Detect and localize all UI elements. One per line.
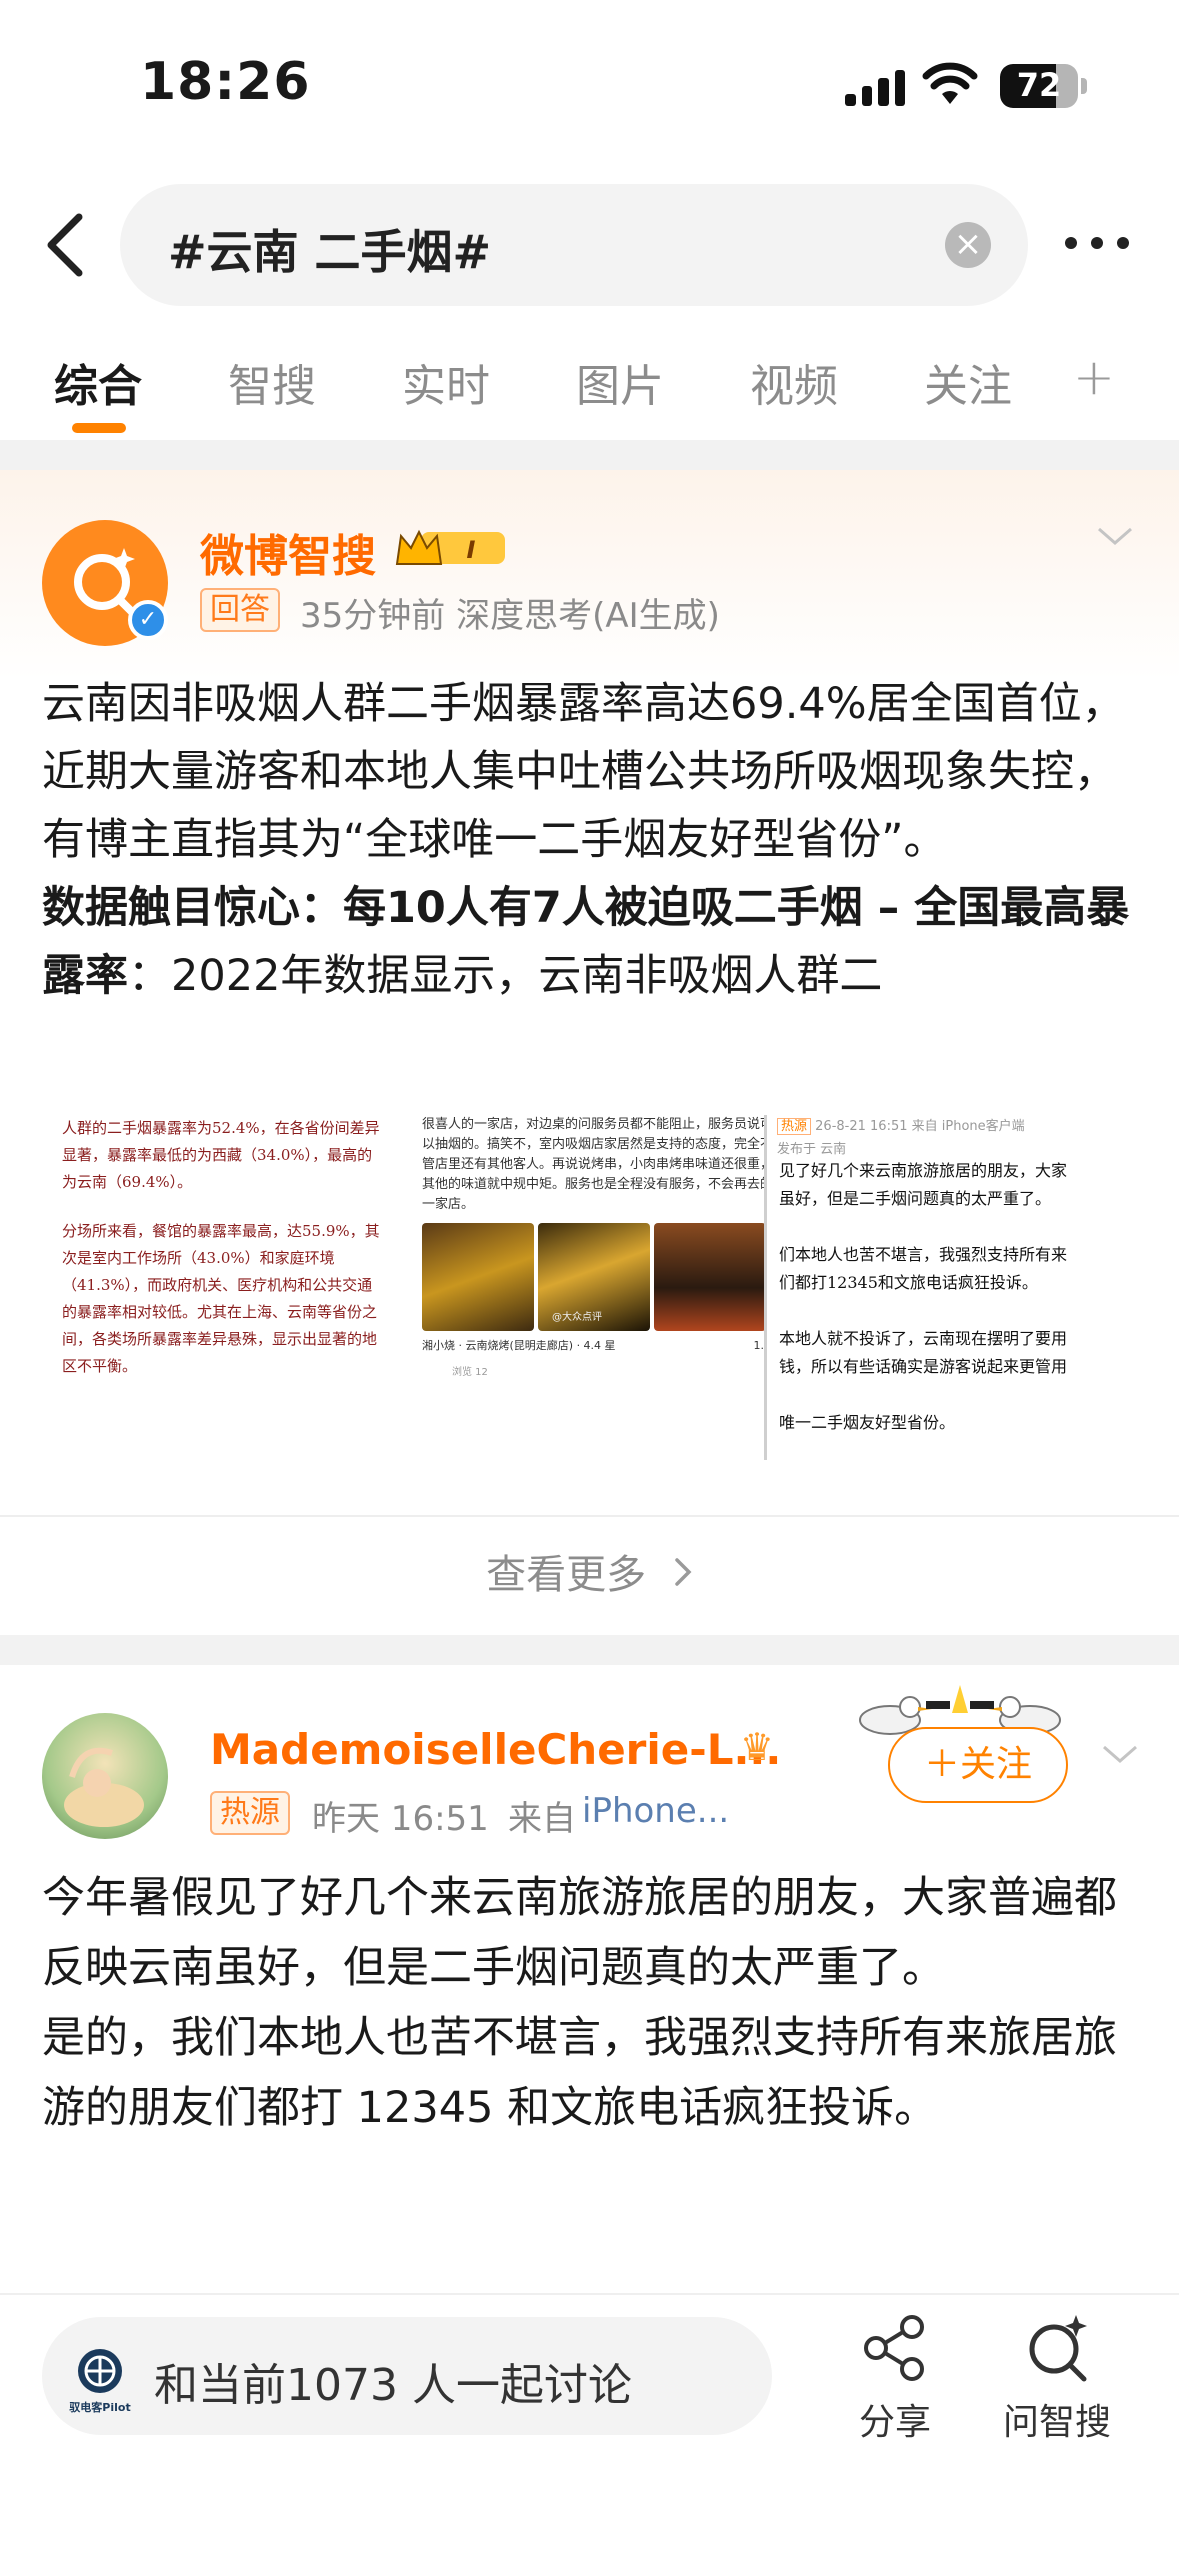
screenshot-line: 钱，所以有些话确实是游客说起来更管用 (779, 1357, 1068, 1376)
ask-label: 问智搜 (1002, 2402, 1111, 2443)
tab-realtime[interactable]: 实时 (402, 350, 490, 414)
chevron-down-icon[interactable] (1095, 525, 1135, 549)
see-more-button[interactable]: 查看更多 (0, 1542, 1179, 1600)
tab-images[interactable]: 图片 (576, 350, 664, 414)
add-tab-button[interactable]: + (1073, 348, 1115, 406)
search-query: #云南 二手烟# (168, 225, 492, 279)
post-author-name[interactable]: MademoiselleCherie-L... (210, 1725, 781, 1774)
chevron-left-icon (47, 213, 83, 277)
ai-tail: ：2022年数据显示，云南非吸烟人群二 (128, 951, 883, 1001)
hot-source-tag: 热源 (210, 1791, 290, 1835)
screenshot-line (767, 1381, 1179, 1409)
status-bar: 18:26 72 (0, 0, 1179, 170)
screenshot-sub: 发布于 云南 (777, 1142, 847, 1157)
back-button[interactable] (30, 210, 100, 280)
ai-author-name[interactable]: 微博智搜 (200, 520, 376, 584)
pilot-logo-icon: 驭电客Pilot (69, 2349, 131, 2414)
screenshot-line (767, 1297, 1179, 1325)
battery-percent: 72 (1016, 66, 1062, 104)
chevron-right-icon (673, 1552, 693, 1598)
share-label: 分享 (858, 2402, 931, 2443)
bbq-photo-2: @大众点评 (538, 1223, 650, 1331)
clear-search-button[interactable]: × (945, 222, 991, 268)
screenshot-tag: 热源 (777, 1118, 812, 1135)
post-time: 昨天 16:51 (312, 1799, 489, 1839)
screenshot-line: 唯一二手烟友好型省份。 (779, 1413, 956, 1432)
card-divider (0, 1515, 1179, 1517)
badge-level-label: I (467, 536, 476, 564)
section-gap (0, 1635, 1179, 1665)
ai-answer-text: 云南因非吸烟人群二手烟暴露率高达69.4%居全国首位，近期大量游客和本地人集中吐… (42, 670, 1142, 1010)
shop-info: 湘小烧 · 云南烧烤(昆明走廊店) · 4.4 星 1.6万 (412, 1331, 792, 1353)
image-strip[interactable]: 人群的二手烟暴露率为52.4%，在各省份间差异显著，暴露率最低的为西藏（34.0… (42, 1115, 1179, 1460)
avatar-illustration (64, 1747, 144, 1827)
tab-videos[interactable]: 视频 (750, 350, 838, 414)
bottom-action-bar: 驭电客Pilot 和当前1073 人一起讨论 分享 问智搜 (0, 2293, 1179, 2556)
follow-label: 关注 (960, 1744, 1033, 1785)
active-tab-indicator (72, 423, 126, 433)
battery-icon: 72 (1000, 64, 1078, 108)
discuss-prompt: 和当前1073 人一起讨论 (154, 2360, 632, 2411)
battery-nub (1081, 78, 1087, 94)
review-photos: @大众点评 (412, 1215, 792, 1331)
post-source-prefix: 来自 (508, 1799, 576, 1839)
tab-smart-search[interactable]: 智搜 (228, 350, 316, 414)
report-paragraph-1: 人群的二手烟暴露率为52.4%，在各省份间差异显著，暴露率最低的为西藏（34.0… (62, 1119, 380, 1191)
ai-answer-card[interactable]: ✓ 微博智搜 I 回答 35分钟前 深度思考(AI生成) 云南因非吸烟人群二手烟… (0, 470, 1179, 1635)
screenshot-line: 见了好几个来云南旅游旅居的朋友，大家 (779, 1161, 1068, 1180)
screenshot-line (767, 1213, 1179, 1241)
screenshot-line: 们本地人也苦不堪言，我强烈支持所有来 (779, 1245, 1068, 1264)
cellular-signal-icon (845, 68, 905, 106)
follow-button[interactable]: ＋关注 (888, 1727, 1068, 1803)
screenshot-line: 们都打12345和文旅电话疯狂投诉。 (779, 1273, 1038, 1292)
verified-badge-icon: ✓ (128, 600, 168, 640)
tab-following[interactable]: 关注 (924, 350, 1012, 414)
screenshot-line: 本地人就不投诉了，云南现在摆明了要用 (779, 1329, 1068, 1348)
see-more-label: 查看更多 (486, 1552, 647, 1598)
crown-icon: ♛ (740, 1725, 775, 1769)
thumbnail-review[interactable]: 很喜人的一家店，对边桌的问服务员都不能阻止，服务员说可以抽烟的。搞笑不，室内吸烟… (412, 1115, 792, 1460)
search-header: #云南 二手烟# × (0, 170, 1179, 320)
discuss-input[interactable]: 驭电客Pilot 和当前1073 人一起讨论 (42, 2317, 772, 2435)
more-options-button[interactable] (1065, 228, 1135, 258)
post-text[interactable]: 今年暑假见了好几个来云南旅游旅居的朋友，大家普遍都反映云南虽好，但是二手烟问题真… (42, 1863, 1142, 2143)
weibo-post[interactable]: MademoiselleCherie-L... ♛ ＋关注 热源 昨天 16:5… (0, 1665, 1179, 2295)
status-time: 18:26 (140, 52, 311, 112)
crown-level-badge-icon: I (395, 529, 505, 565)
screenshot-header: 热源 26-8-21 16:51 来自 iPhone客户端 (767, 1115, 1179, 1135)
wifi-icon (922, 62, 978, 104)
pilot-label: 驭电客Pilot (69, 2400, 130, 2414)
share-button[interactable]: 分享 (830, 2313, 960, 2445)
thumbnail-report[interactable]: 人群的二手烟暴露率为52.4%，在各省份间差异显著，暴露率最低的为西藏（34.0… (42, 1115, 400, 1460)
bbq-photo-1 (422, 1223, 534, 1331)
user-avatar[interactable] (42, 1713, 168, 1839)
screenshot-meta: 26-8-21 16:51 来自 iPhone客户端 (815, 1119, 1025, 1134)
report-paragraph-2: 分场所来看，餐馆的暴露率最高，达55.9%，其次是室内工作场所（43.0%）和家… (62, 1222, 380, 1375)
shop-name: 湘小烧 · 云南烧烤(昆明走廊店) · 4.4 星 (422, 1339, 616, 1352)
thumbnail-post-screenshot[interactable]: 热源 26-8-21 16:51 来自 iPhone客户端 发布于 云南 见了好… (764, 1115, 1179, 1460)
photo-watermark: @大众点评 (552, 1312, 602, 1323)
review-text: 很喜人的一家店，对边桌的问服务员都不能阻止，服务员说可以抽烟的。搞笑不，室内吸烟… (422, 1117, 774, 1212)
restaurant-photo (654, 1223, 766, 1331)
views-count: 浏览 12 (452, 1367, 488, 1378)
screenshot-line: 虽好，但是二手烟问题真的太严重了。 (779, 1189, 1052, 1208)
ai-intro: 云南因非吸烟人群二手烟暴露率高达69.4%居全国首位，近期大量游客和本地人集中吐… (42, 679, 1125, 865)
section-gap (0, 440, 1179, 470)
tab-comprehensive[interactable]: 综合 (54, 350, 142, 414)
ask-smart-search-button[interactable]: 问智搜 (992, 2313, 1122, 2445)
post-device[interactable]: iPhone... (582, 1791, 729, 1831)
search-input[interactable]: #云南 二手烟# × (120, 184, 1028, 306)
answer-tag: 回答 (200, 588, 280, 632)
ai-meta: 35分钟前 深度思考(AI生成) (300, 596, 720, 636)
smart-search-icon (1029, 2315, 1087, 2382)
chevron-down-icon[interactable] (1100, 1743, 1140, 1767)
tab-bar: 综合 智搜 实时 图片 视频 关注 + (0, 340, 1179, 440)
share-icon (864, 2315, 924, 2381)
